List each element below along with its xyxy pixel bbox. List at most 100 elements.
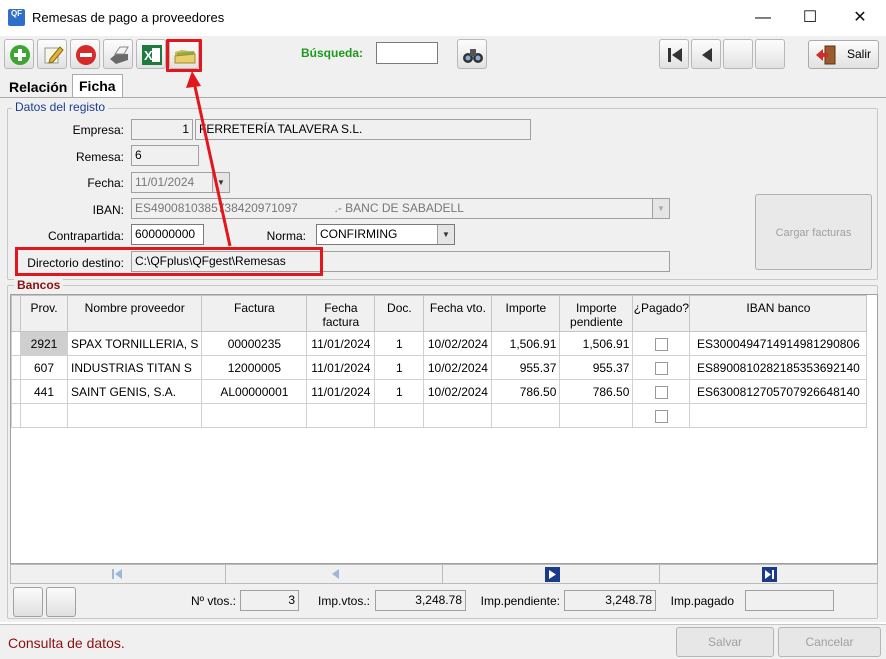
cancel-button[interactable]: Cancelar [778,627,881,657]
column-header[interactable]: Factura [201,295,308,332]
print-button[interactable] [103,39,133,69]
next-record-button[interactable] [723,39,753,69]
cell-importe[interactable]: 786.50 [491,379,561,404]
excel-button[interactable]: X [136,39,166,69]
cell-iban[interactable]: ES8900810282185353692140 [689,355,868,380]
cell-prov[interactable]: 607 [20,355,68,380]
first-page-icon[interactable] [111,568,123,580]
table-row[interactable]: 441 SAINT GENIS, S.A. AL00000001 11/01/2… [11,379,868,404]
cell-fecha[interactable]: 11/01/2024 [306,379,376,404]
chevron-down-icon[interactable]: ▼ [437,225,454,244]
binoculars-search-button[interactable] [457,39,487,69]
minimize-button[interactable]: — [741,4,785,32]
last-page-icon[interactable] [762,567,777,582]
column-header[interactable]: Importe pendiente [559,295,634,332]
remesa-field[interactable]: 6 [131,145,199,166]
chevron-down-icon[interactable]: ▼ [212,173,229,192]
cell-fecha[interactable]: 11/01/2024 [306,355,376,380]
cell-factura[interactable]: 12000005 [201,355,308,380]
column-header[interactable]: Fecha factura [306,295,376,332]
cell-prov[interactable]: 2921 [20,331,68,356]
cell-factura[interactable]: 00000235 [201,331,308,356]
pagado-checkbox[interactable] [654,361,668,375]
cell-empty[interactable] [491,403,561,428]
cell-empty[interactable] [201,403,308,428]
cell-empty[interactable] [559,403,634,428]
vencimientos-grid[interactable]: Prov. Nombre proveedor Factura Fecha fac… [10,294,878,564]
cell-empty[interactable] [20,403,68,428]
column-header[interactable]: Prov. [20,295,68,332]
divider [442,565,443,583]
column-header[interactable]: Nombre proveedor [66,295,203,332]
iban-select[interactable]: ES4900810385738420971097 .- BANC DE SABA… [131,198,670,219]
column-header[interactable]: Importe [491,295,561,332]
edit-button[interactable] [37,39,67,69]
column-header[interactable]: Fecha vto. [423,295,493,332]
fecha-picker[interactable]: 11/01/2024 ▼ [131,172,230,193]
cell-empty[interactable] [66,403,203,428]
grid-option-button[interactable] [13,587,43,617]
pagado-checkbox[interactable] [654,337,668,351]
cell-doc[interactable]: 1 [374,331,425,356]
save-button[interactable]: Salvar [676,627,774,657]
cell-empty[interactable] [306,403,376,428]
pagado-checkbox[interactable] [654,409,668,423]
search-input[interactable] [376,42,438,64]
cell-importe[interactable]: 1,506.91 [491,331,561,356]
delete-button[interactable] [70,39,100,69]
delete-icon [76,45,96,65]
cell-vto[interactable]: 10/02/2024 [423,355,493,380]
cell-importe[interactable]: 955.37 [491,355,561,380]
cell-vto[interactable]: 10/02/2024 [423,331,493,356]
chevron-down-icon[interactable]: ▼ [652,199,669,218]
contrapartida-field[interactable]: 600000000 [131,224,204,245]
first-icon [668,48,682,62]
previous-record-button[interactable] [691,39,721,69]
cell-empty[interactable] [689,403,868,428]
table-row[interactable]: 607 INDUSTRIAS TITAN S 12000005 11/01/20… [11,355,868,380]
column-header[interactable]: ¿Pagado? [632,295,691,332]
add-button[interactable] [4,39,34,69]
cell-vto[interactable]: 10/02/2024 [423,379,493,404]
row-selector[interactable] [11,331,21,356]
cell-empty[interactable] [423,403,493,428]
tab-relacion[interactable]: Relación [3,76,73,98]
cell-pendiente[interactable]: 786.50 [559,379,634,404]
previous-page-icon[interactable] [329,568,341,580]
norma-select[interactable]: CONFIRMING ▼ [316,224,455,245]
cell-iban[interactable]: ES3000494714914981290806 [689,331,868,356]
grid-option-button[interactable] [46,587,76,617]
cell-nombre[interactable]: SAINT GENIS, S.A. [66,379,203,404]
row-selector[interactable] [11,355,21,380]
binoculars-icon [463,49,483,63]
cell-nombre[interactable]: SPAX TORNILLERIA, S [66,331,203,356]
cell-iban[interactable]: ES6300812705707926648140 [689,379,868,404]
cell-pendiente[interactable]: 955.37 [559,355,634,380]
pagado-checkbox[interactable] [654,385,668,399]
cell-pendiente[interactable]: 1,506.91 [559,331,634,356]
cell-nombre[interactable]: INDUSTRIAS TITAN S [66,355,203,380]
row-selector[interactable] [11,403,21,428]
table-row[interactable]: 2921 SPAX TORNILLERIA, S 00000235 11/01/… [11,331,868,356]
first-record-button[interactable] [659,39,689,69]
cell-doc[interactable]: 1 [374,355,425,380]
column-header[interactable]: IBAN banco [689,295,868,332]
empresa-code-field[interactable]: 1 [131,119,193,140]
cell-fecha[interactable]: 11/01/2024 [306,331,376,356]
last-record-button[interactable] [755,39,785,69]
table-row-new[interactable] [11,403,868,428]
cargar-facturas-button[interactable]: Cargar facturas [755,194,872,270]
svg-text:X: X [144,48,153,63]
row-selector[interactable] [11,379,21,404]
cell-factura[interactable]: AL00000001 [201,379,308,404]
cell-prov[interactable]: 441 [20,379,68,404]
cell-pagado [632,331,691,356]
cell-doc[interactable]: 1 [374,379,425,404]
column-header[interactable]: Doc. [374,295,425,332]
exit-button[interactable]: Salir [808,40,879,69]
maximize-button[interactable]: ☐ [788,4,832,32]
tab-ficha[interactable]: Ficha [72,74,123,98]
close-button[interactable]: ✕ [838,4,882,32]
next-page-icon[interactable] [545,567,560,582]
cell-empty[interactable] [374,403,425,428]
